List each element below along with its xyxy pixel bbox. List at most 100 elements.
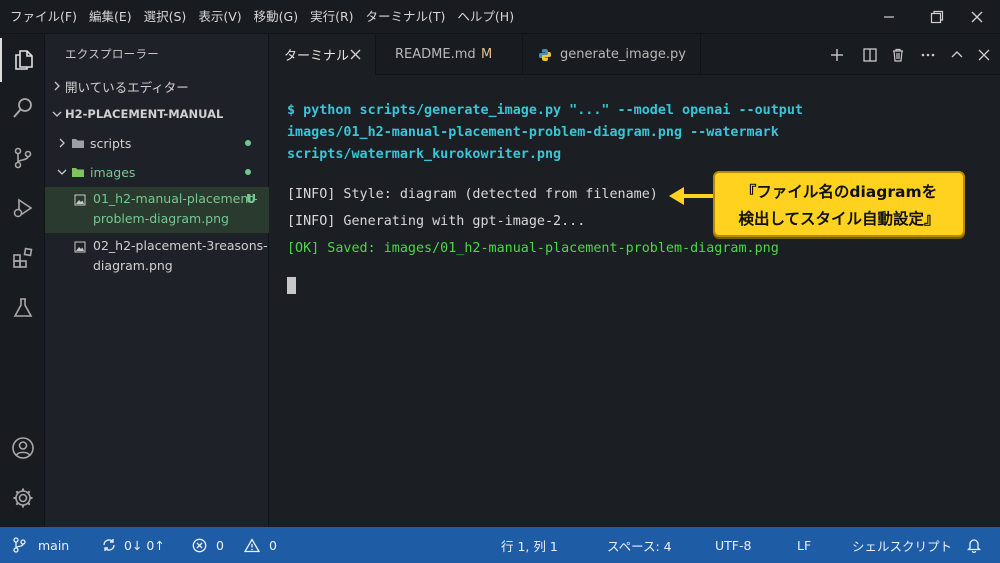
warning-count: 0 [269,537,277,553]
branch-name: main [38,537,70,553]
folder-scripts[interactable]: scripts [45,131,269,155]
run-debug-activity[interactable] [0,186,45,230]
open-editors-section[interactable]: 開いているエディター [45,74,269,98]
eol-status[interactable]: LF [797,527,811,563]
indentation-status[interactable]: スペース: 4 [607,527,672,563]
trash-icon [893,48,903,62]
info-generating-line: [INFO] Generating with gpt-image-2... [287,214,586,229]
error-icon [192,538,207,552]
error-count: 0 [216,537,224,553]
manage-activity[interactable] [0,476,45,520]
callout-line-2: 検出してスタイル自動設定』 [738,210,940,228]
chevron-right-icon [54,81,60,91]
menu-view[interactable]: 表示(V) [192,0,247,34]
sync-icon [103,539,115,551]
menu-bar: ファイル(F) 編集(E) 選択(S) 表示(V) 移動(G) 実行(R) ター… [4,0,520,34]
close-icon [971,11,983,23]
status-bar: main 0↓ 0↑ 0 0 行 1, 列 1 スペース: 4 UTF-8 LF… [0,527,1000,563]
menu-selection[interactable]: 選択(S) [138,0,193,34]
tab-generate-image[interactable]: generate_image.py [523,34,701,75]
tab-label: generate_image.py [560,47,686,62]
extensions-icon [12,247,32,268]
tab-terminal[interactable]: ターミナル [270,34,376,75]
menu-edit[interactable]: 編集(E) [83,0,138,34]
folder-label: scripts [90,135,132,151]
branch-status[interactable]: main [12,527,69,563]
ellipsis-icon [921,53,935,56]
tab-readme[interactable]: README.md M [376,34,523,75]
ok-saved-line: [OK] Saved: images/01_h2-manual-placemen… [287,241,779,256]
source-control-activity[interactable] [0,136,45,180]
account-icon [11,437,34,459]
title-bar: ファイル(F) 編集(E) 選択(S) 表示(V) 移動(G) 実行(R) ター… [0,0,1000,34]
project-section[interactable]: H2-PLACEMENT-MANUAL [45,102,269,126]
testing-icon [13,298,32,317]
split-terminal-button[interactable] [856,34,884,75]
git-status-dot [245,169,251,175]
open-editors-label: 開いているエディター [65,79,189,95]
minimize-button[interactable] [866,0,912,34]
minimize-icon [884,16,894,18]
notifications-button[interactable] [966,527,982,563]
command-line-2: images/01_h2-manual-placement-problem-di… [287,125,779,140]
problems-errors[interactable]: 0 [192,527,224,563]
file-item[interactable]: 02_h2-placement-3reasons- diagram.png [45,234,269,280]
python-icon [539,48,551,61]
chevron-up-icon [951,50,963,57]
menu-help[interactable]: ヘルプ(H) [451,0,520,34]
file-name-line1: 02_h2-placement-3reasons- [93,238,268,253]
file-name-line2: problem-diagram.png [93,211,229,226]
encoding-status[interactable]: UTF-8 [715,527,751,563]
folder-label: images [90,164,136,180]
menu-run[interactable]: 実行(R) [304,0,359,34]
close-icon[interactable] [350,49,361,60]
cursor-position[interactable]: 行 1, 列 1 [501,527,558,563]
close-window-button[interactable] [954,0,1000,34]
explorer-title: エクスプローラー [65,47,160,61]
menu-go[interactable]: 移動(G) [248,0,304,34]
kill-terminal-button[interactable] [884,34,912,75]
info-style-line: [INFO] Style: diagram (detected from fil… [287,187,658,202]
sync-counts: 0↓ 0↑ [124,537,165,553]
explorer-sidebar: エクスプローラー 開いているエディター H2-PLACEMENT-MANUAL … [45,34,269,527]
plus-icon [831,48,843,61]
new-terminal-button[interactable] [823,34,851,75]
chevron-right-icon [59,138,65,148]
gear-icon [13,488,32,508]
menu-terminal[interactable]: ターミナル(T) [360,0,452,34]
search-activity[interactable] [0,86,45,130]
image-file-icon [74,241,86,253]
extensions-activity[interactable] [0,236,45,280]
git-untracked-badge: U [246,191,257,206]
project-name: H2-PLACEMENT-MANUAL [65,107,224,121]
terminal-cursor [287,277,296,294]
editor-tab-bar: ターミナル README.md M generate_image.py [270,34,1000,75]
run-debug-icon [13,198,32,218]
git-branch-icon [13,537,26,553]
callout-line-1: 『ファイル名のdiagramを [740,183,938,201]
language-mode[interactable]: シェルスクリプト [852,527,952,563]
tab-label: ターミナル [284,49,350,64]
files-icon [14,50,33,70]
chevron-down-icon [57,169,67,175]
command-line-1: $ python scripts/generate_image.py "..."… [287,103,803,118]
menu-file[interactable]: ファイル(F) [4,0,83,34]
more-actions-button[interactable] [914,34,942,75]
sync-status[interactable]: 0↓ 0↑ [101,527,165,563]
problems-warnings[interactable]: 0 [244,527,277,563]
warning-icon [244,537,260,552]
close-icon [978,49,990,60]
accounts-activity[interactable] [0,426,45,470]
bell-icon [966,539,982,553]
close-panel-button[interactable] [970,34,998,75]
testing-activity[interactable] [0,286,45,330]
maximize-panel-button[interactable] [943,34,971,75]
folder-images[interactable]: images [45,160,269,184]
file-item-selected[interactable]: 01_h2-manual-placement- problem-diagram.… [45,187,269,233]
search-icon [12,98,32,118]
activity-bar [0,34,45,527]
annotation-callout: 『ファイル名のdiagramを 検出してスタイル自動設定』 [713,171,965,237]
terminal-panel[interactable]: $ python scripts/generate_image.py "..."… [270,75,1000,527]
tab-label: README.md [395,47,476,62]
explorer-activity[interactable] [0,38,45,82]
